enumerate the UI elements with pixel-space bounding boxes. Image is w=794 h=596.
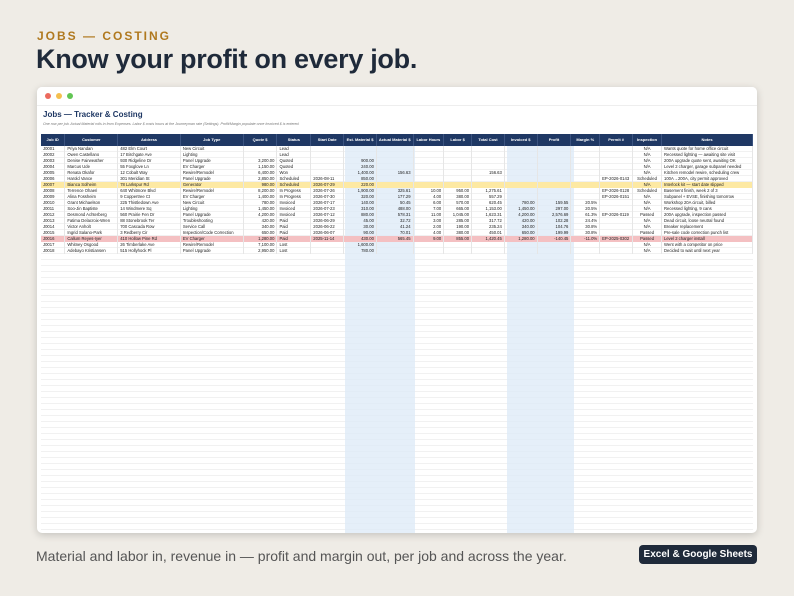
col-header-margin[interactable]: Margin % [570, 134, 601, 146]
col-header-status[interactable]: Status [276, 134, 312, 146]
cell-permit[interactable]: EP-2026-0119 [599, 212, 634, 218]
cell-total-cost[interactable] [471, 248, 505, 254]
cell-start-date[interactable] [310, 248, 345, 254]
cell-labor[interactable] [443, 248, 473, 254]
col-header-permit[interactable]: Permit # [599, 134, 634, 146]
col-header-labor[interactable]: Labor $ [443, 134, 473, 146]
sheet-title: Jobs — Tracker & Costing [43, 110, 143, 119]
cell-permit[interactable]: EP-2025-0302 [599, 236, 634, 242]
cell-customer[interactable]: Adebayo Kristiansen [64, 248, 119, 254]
col-header-invoiced[interactable]: Invoiced $ [504, 134, 538, 146]
table-row[interactable]: J0018 Adebayo Kristiansen 515 Hollyhock Pl… [41, 248, 753, 254]
col-header-notes[interactable]: Notes [661, 134, 753, 146]
close-dot-icon[interactable] [45, 93, 51, 99]
cell-job-id[interactable]: J0018 [41, 248, 66, 254]
header-row: Job ID Customer Address Job Type Quote $ Stat… [41, 134, 753, 146]
col-header-start-date[interactable]: Start Date [310, 134, 345, 146]
col-header-customer[interactable]: Customer [64, 134, 119, 146]
col-header-address[interactable]: Address [117, 134, 181, 146]
col-header-profit[interactable]: Profit [537, 134, 572, 146]
cell-job-type[interactable]: Panel Upgrade [180, 248, 244, 254]
spreadsheet-grid[interactable]: Job ID Customer Address Job Type Quote $ Stat… [41, 134, 753, 533]
platform-badge: Excel & Google Sheets [639, 545, 757, 564]
col-header-actual-material[interactable]: Actual Material $ [376, 134, 414, 146]
eyebrow-label: JOBS — COSTING [37, 29, 172, 43]
cell-actual-material[interactable] [376, 248, 414, 254]
col-header-est-material[interactable]: Est. Material $ [343, 134, 377, 146]
minimize-dot-icon[interactable] [56, 93, 62, 99]
col-header-job-id[interactable]: Job ID [41, 134, 66, 146]
app-window: Jobs — Tracker & Costing One row per job… [37, 87, 757, 533]
col-header-job-type[interactable]: Job Type [180, 134, 244, 146]
col-header-total-cost[interactable]: Total Cost [471, 134, 505, 146]
cell-labor-hours[interactable] [413, 248, 445, 254]
col-header-quote[interactable]: Quote $ [243, 134, 278, 146]
cell-profit[interactable] [537, 248, 572, 254]
sheet-note: One row per job. Actual Material rolls i… [43, 122, 300, 126]
cell-est-material[interactable]: 780.00 [343, 248, 377, 254]
jobs-table: Job ID Customer Address Job Type Quote $ Stat… [41, 134, 753, 254]
tagline: Material and labor in, revenue in — prof… [36, 548, 567, 564]
cell-notes[interactable]: Decided to wait until next year [661, 248, 753, 254]
col-header-inspection[interactable]: Inspection [632, 134, 663, 146]
maximize-dot-icon[interactable] [67, 93, 73, 99]
cell-margin[interactable] [570, 248, 601, 254]
cell-status[interactable]: Lost [276, 248, 312, 254]
cell-invoiced[interactable] [504, 248, 538, 254]
cell-permit[interactable]: EP-2026-0151 [599, 194, 634, 200]
headline: Know your profit on every job. [36, 44, 418, 74]
cell-address[interactable]: 515 Hollyhock Pl [117, 248, 181, 254]
cell-permit[interactable]: EP-2026-0143 [599, 176, 634, 182]
cell-quote[interactable]: 2,950.00 [243, 248, 278, 254]
window-titlebar [37, 87, 757, 106]
cell-permit[interactable] [599, 248, 634, 254]
col-header-labor-hours[interactable]: Labor Hours [413, 134, 445, 146]
cell-inspection[interactable]: N/A [632, 248, 663, 254]
